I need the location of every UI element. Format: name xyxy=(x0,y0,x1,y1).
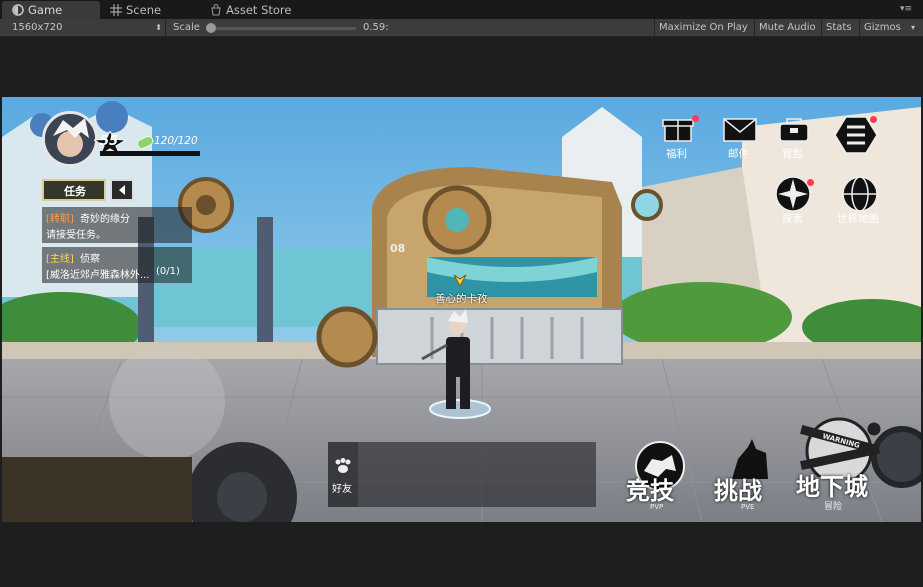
scale-slider-track[interactable] xyxy=(206,27,356,30)
tab-options-menu-icon[interactable]: ▾≡ xyxy=(900,3,920,15)
globe-icon xyxy=(842,176,878,212)
mode-pve-sub: PVE xyxy=(741,503,755,511)
scale-label: Scale xyxy=(173,22,200,33)
quest-item-1[interactable]: [转职] 奇妙的缘分 请接受任务。 xyxy=(42,207,192,243)
mail-icon xyxy=(723,118,757,142)
notification-dot xyxy=(870,116,877,123)
paw-icon xyxy=(335,458,351,473)
quest-title: 侦察 xyxy=(80,254,100,265)
quest-title: 奇妙的缘分 xyxy=(80,214,130,225)
quest-item-2[interactable]: [主线] 侦察 [威洛近郊卢雅森林外... (0/1) xyxy=(42,247,192,283)
mode-dungeon-button[interactable]: WARNING 地下城 冒险 xyxy=(792,417,887,514)
mode-dungeon-sub: 冒险 xyxy=(824,502,843,512)
quest-desc: 请接受任务。 xyxy=(46,230,106,241)
welfare-label: 福利 xyxy=(666,148,687,160)
mute-audio-toggle[interactable]: Mute Audio xyxy=(754,19,820,36)
scale-slider-thumb[interactable] xyxy=(206,23,216,33)
editor-tab-bar: Game Scene Asset Store ▾≡ xyxy=(0,0,923,20)
resolution-dropdown[interactable]: 1560x720 ⬍ xyxy=(4,19,166,36)
mode-pvp-label: 竞技 xyxy=(626,477,674,505)
exp-bar xyxy=(100,151,200,156)
gift-icon xyxy=(662,119,694,142)
quest-tab-label: 任务 xyxy=(64,185,86,198)
backpack-label: 背包 xyxy=(782,148,803,160)
mail-label: 邮件 xyxy=(728,148,749,160)
tab-scene[interactable]: Scene xyxy=(100,1,200,19)
welfare-button[interactable]: 福利 xyxy=(658,115,699,161)
world-map-button[interactable]: 世界地图 xyxy=(832,175,888,227)
avatar-portrait xyxy=(45,114,95,164)
bag-icon xyxy=(210,4,222,16)
backpack-button[interactable]: 背包 xyxy=(774,115,814,161)
dropdown-arrow-icon: ⬍ xyxy=(155,23,162,32)
quest-progress: (0/1) xyxy=(156,266,180,277)
backpack-icon xyxy=(779,118,809,142)
explore-label: 探索 xyxy=(782,213,803,225)
stats-toggle[interactable]: Stats xyxy=(821,19,856,36)
dropdown-arrow-icon: ▾ xyxy=(910,23,915,32)
tab-game[interactable]: Game xyxy=(2,1,100,19)
notification-dot xyxy=(807,179,814,186)
mode-dungeon-label: 地下城 xyxy=(796,473,868,501)
energy-capsule-icon xyxy=(136,134,154,149)
friends-label: 好友 xyxy=(332,484,352,495)
scale-value: 0.59: xyxy=(363,22,389,33)
friends-button[interactable]: 好友 xyxy=(328,442,358,497)
game-controller-icon xyxy=(12,4,24,16)
player-level: 55 xyxy=(100,134,119,149)
avatar[interactable] xyxy=(42,111,98,167)
grid-icon xyxy=(110,4,122,16)
explore-button[interactable]: 探索 xyxy=(772,175,814,227)
maximize-on-play-toggle[interactable]: Maximize On Play xyxy=(654,19,752,36)
tab-scene-label: Scene xyxy=(126,3,162,17)
mode-pvp-button[interactable]: 竞技 PVP xyxy=(620,439,700,514)
arrow-left-icon xyxy=(119,185,125,195)
quest-tag: [主线] xyxy=(46,254,74,265)
quest-tag: [转职] xyxy=(46,214,74,225)
npc-name[interactable]: 善心的卡孜 xyxy=(435,291,488,306)
machine-number: 08 xyxy=(390,242,406,255)
gizmos-label: Gizmos xyxy=(864,22,901,33)
notification-dot xyxy=(692,115,699,122)
quest-marker-icon xyxy=(453,273,467,288)
main-menu-button[interactable] xyxy=(834,115,878,155)
tab-asset-store-label: Asset Store xyxy=(226,3,292,17)
quest-desc: [威洛近郊卢雅森林外... xyxy=(46,270,150,281)
resolution-value: 1560x720 xyxy=(12,22,63,33)
tab-asset-store[interactable]: Asset Store xyxy=(200,1,320,19)
energy-value: 120/120 xyxy=(154,135,198,147)
mode-pvp-sub: PVP xyxy=(650,503,664,511)
mail-button[interactable]: 邮件 xyxy=(720,115,760,161)
tab-game-label: Game xyxy=(28,3,63,17)
world-map-label: 世界地图 xyxy=(837,213,879,225)
game-view[interactable]: 55 120/120 任务 [转职] 奇妙的缘分 请接受任务。 [主线] 侦察 … xyxy=(2,97,921,522)
mode-pve-label: 挑战 xyxy=(714,477,762,505)
quest-tab[interactable]: 任务 xyxy=(42,179,106,201)
gizmos-dropdown[interactable]: Gizmos ▾ xyxy=(859,19,923,36)
mode-pve-button[interactable]: 挑战 PVE xyxy=(708,439,788,514)
game-view-toolbar: 1560x720 ⬍ Scale 0.59: Maximize On Play … xyxy=(0,19,923,37)
collapse-quest-button[interactable] xyxy=(110,179,134,201)
